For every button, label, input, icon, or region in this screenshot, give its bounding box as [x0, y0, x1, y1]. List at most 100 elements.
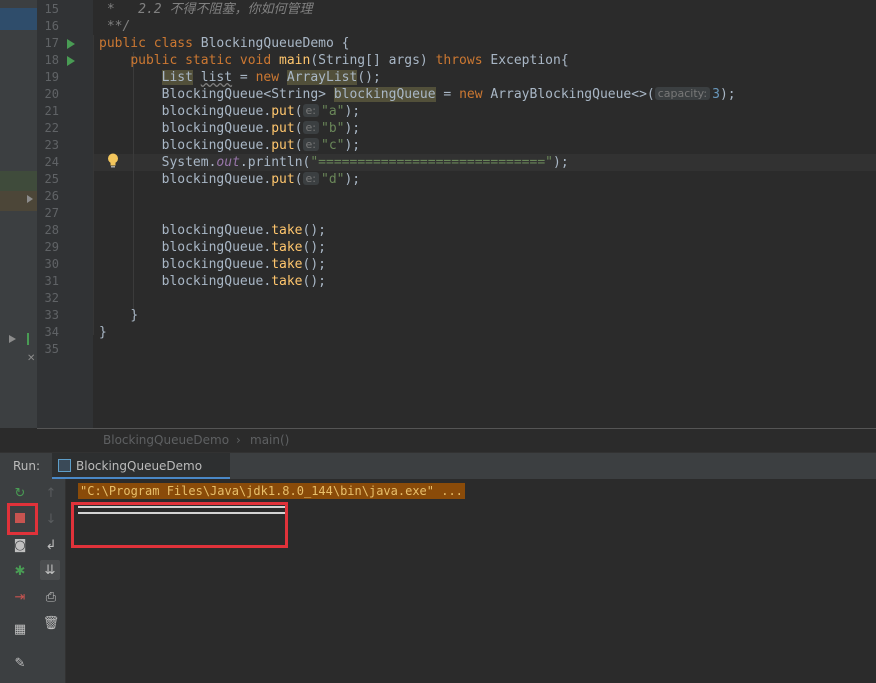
- method-call: println: [247, 155, 303, 170]
- strip-collapse-icon[interactable]: ✕: [27, 353, 37, 364]
- lightbulb-icon[interactable]: [107, 153, 119, 168]
- strip-highlight: [0, 8, 37, 30]
- arrow-up-icon[interactable]: ↑: [41, 483, 61, 503]
- object-ref: blockingQueue: [161, 104, 264, 119]
- variable: blockingQueue: [333, 87, 436, 102]
- punct: (: [294, 172, 303, 187]
- run-tab-label: BlockingQueueDemo: [76, 459, 203, 473]
- object-ref: blockingQueue: [161, 138, 264, 153]
- punct: ();: [302, 223, 326, 238]
- code-comment: **/: [99, 19, 131, 34]
- code-editor[interactable]: * 2.2 不得不阻塞，你如何管理 **/ public class Block…: [93, 0, 876, 428]
- method-call: put: [271, 121, 295, 136]
- strip-arrow-icon[interactable]: [27, 195, 33, 203]
- run-class-icon[interactable]: [67, 39, 75, 49]
- annotation-box-output: [71, 502, 288, 548]
- line-number: 35: [44, 342, 59, 356]
- code-line-21: blockingQueue.put(e: "a");: [99, 103, 360, 120]
- line-number: 24: [44, 155, 59, 169]
- print-icon[interactable]: ⎙: [41, 587, 61, 607]
- punct: );: [719, 87, 736, 102]
- keyword: throws: [435, 53, 491, 68]
- unused-variable: list: [200, 70, 233, 85]
- code-line-class-decl: public class BlockingQueueDemo {: [99, 35, 349, 52]
- method-call: take: [271, 223, 303, 238]
- line-number: 26: [44, 189, 59, 203]
- exit-icon[interactable]: ⇥: [10, 587, 30, 607]
- run-main-icon[interactable]: [67, 56, 75, 66]
- punct: .: [239, 155, 248, 170]
- line-number-gutter: 15 16 17 18 19 20 21 22 23 24 25 26 27 2…: [37, 0, 93, 428]
- code-line-25: blockingQueue.put(e: "d");: [99, 171, 360, 188]
- punct: );: [553, 155, 569, 170]
- scroll-to-end-icon[interactable]: ⇊: [40, 560, 60, 580]
- code-line-main-decl: public static void main(String[] args) t…: [99, 52, 569, 69]
- layout-icon[interactable]: ▦: [10, 619, 30, 639]
- class-name: ArrayBlockingQueue: [490, 87, 632, 102]
- method-call: put: [271, 104, 295, 119]
- line-number: 23: [44, 138, 59, 152]
- punct: );: [344, 138, 361, 153]
- line-number: 32: [44, 291, 59, 305]
- line-number: 18: [44, 53, 59, 67]
- console-command-line: "C:\Program Files\Java\jdk1.8.0_144\bin\…: [78, 483, 465, 499]
- run-panel-header: Run: BlockingQueueDemo: [0, 452, 876, 480]
- arrow-down-icon[interactable]: ↓: [41, 509, 61, 529]
- run-tab[interactable]: BlockingQueueDemo: [52, 453, 230, 479]
- code-line-20: BlockingQueue<String> blockingQueue = ne…: [99, 86, 736, 103]
- breadcrumb-method[interactable]: main(): [250, 433, 289, 447]
- object-ref: blockingQueue: [161, 274, 264, 289]
- bug-icon[interactable]: ✱: [10, 561, 30, 581]
- line-number: 27: [44, 206, 59, 220]
- string-literal: "d": [321, 172, 345, 187]
- param-hint: e:: [302, 121, 319, 134]
- strip-expand-icon[interactable]: [9, 335, 16, 343]
- camera-icon[interactable]: ◙: [10, 535, 30, 555]
- keyword: public static void: [130, 53, 280, 68]
- code-line-take: blockingQueue.take();: [99, 256, 326, 273]
- object-ref: blockingQueue: [161, 223, 264, 238]
- line-number: 25: [44, 172, 59, 186]
- method-call: put: [271, 138, 295, 153]
- run-config-icon: [58, 459, 71, 472]
- keyword: public class: [99, 36, 201, 51]
- line-number: 34: [44, 325, 59, 339]
- code-line-take: blockingQueue.take();: [99, 239, 326, 256]
- annotation-box-stop: [7, 503, 38, 535]
- line-number: 20: [44, 87, 59, 101]
- run-toolbar-secondary: ↑ ↓ ↲ ⇊ ⎙ 🗑: [37, 479, 66, 683]
- line-number: 30: [44, 257, 59, 271]
- punct: ();: [302, 257, 326, 272]
- method-call: put: [271, 172, 295, 187]
- class-ref: System: [161, 155, 209, 170]
- line-number: 21: [44, 104, 59, 118]
- operator: =: [232, 70, 256, 85]
- string-literal: "a": [321, 104, 345, 119]
- breadcrumb-separator: ›: [236, 433, 241, 447]
- breadcrumb-class[interactable]: BlockingQueueDemo: [103, 433, 229, 447]
- soft-wrap-icon[interactable]: ↲: [41, 535, 61, 555]
- method-call: take: [271, 274, 303, 289]
- generic: <String>: [263, 87, 326, 102]
- pin-icon[interactable]: ✎: [10, 653, 30, 673]
- param-hint: capacity:: [654, 87, 711, 100]
- punct: ();: [357, 70, 381, 85]
- keyword: new: [459, 87, 491, 102]
- params: (String[] args): [310, 53, 436, 68]
- exception-type: Exception: [490, 53, 561, 68]
- code-line-close-method: }: [99, 307, 138, 324]
- indent-guide: [93, 35, 94, 335]
- brace: {: [560, 53, 569, 68]
- generic: <>(: [631, 87, 655, 102]
- trash-icon[interactable]: 🗑: [41, 613, 61, 633]
- line-number: 29: [44, 240, 59, 254]
- code-line-24: System.out.println("====================…: [99, 154, 569, 171]
- code-line-close-class: }: [99, 324, 107, 341]
- punct: ();: [302, 274, 326, 289]
- string-literal: "=============================": [310, 155, 553, 170]
- object-ref: blockingQueue: [161, 172, 264, 187]
- rerun-icon[interactable]: ↻: [10, 483, 30, 503]
- punct: (: [294, 138, 303, 153]
